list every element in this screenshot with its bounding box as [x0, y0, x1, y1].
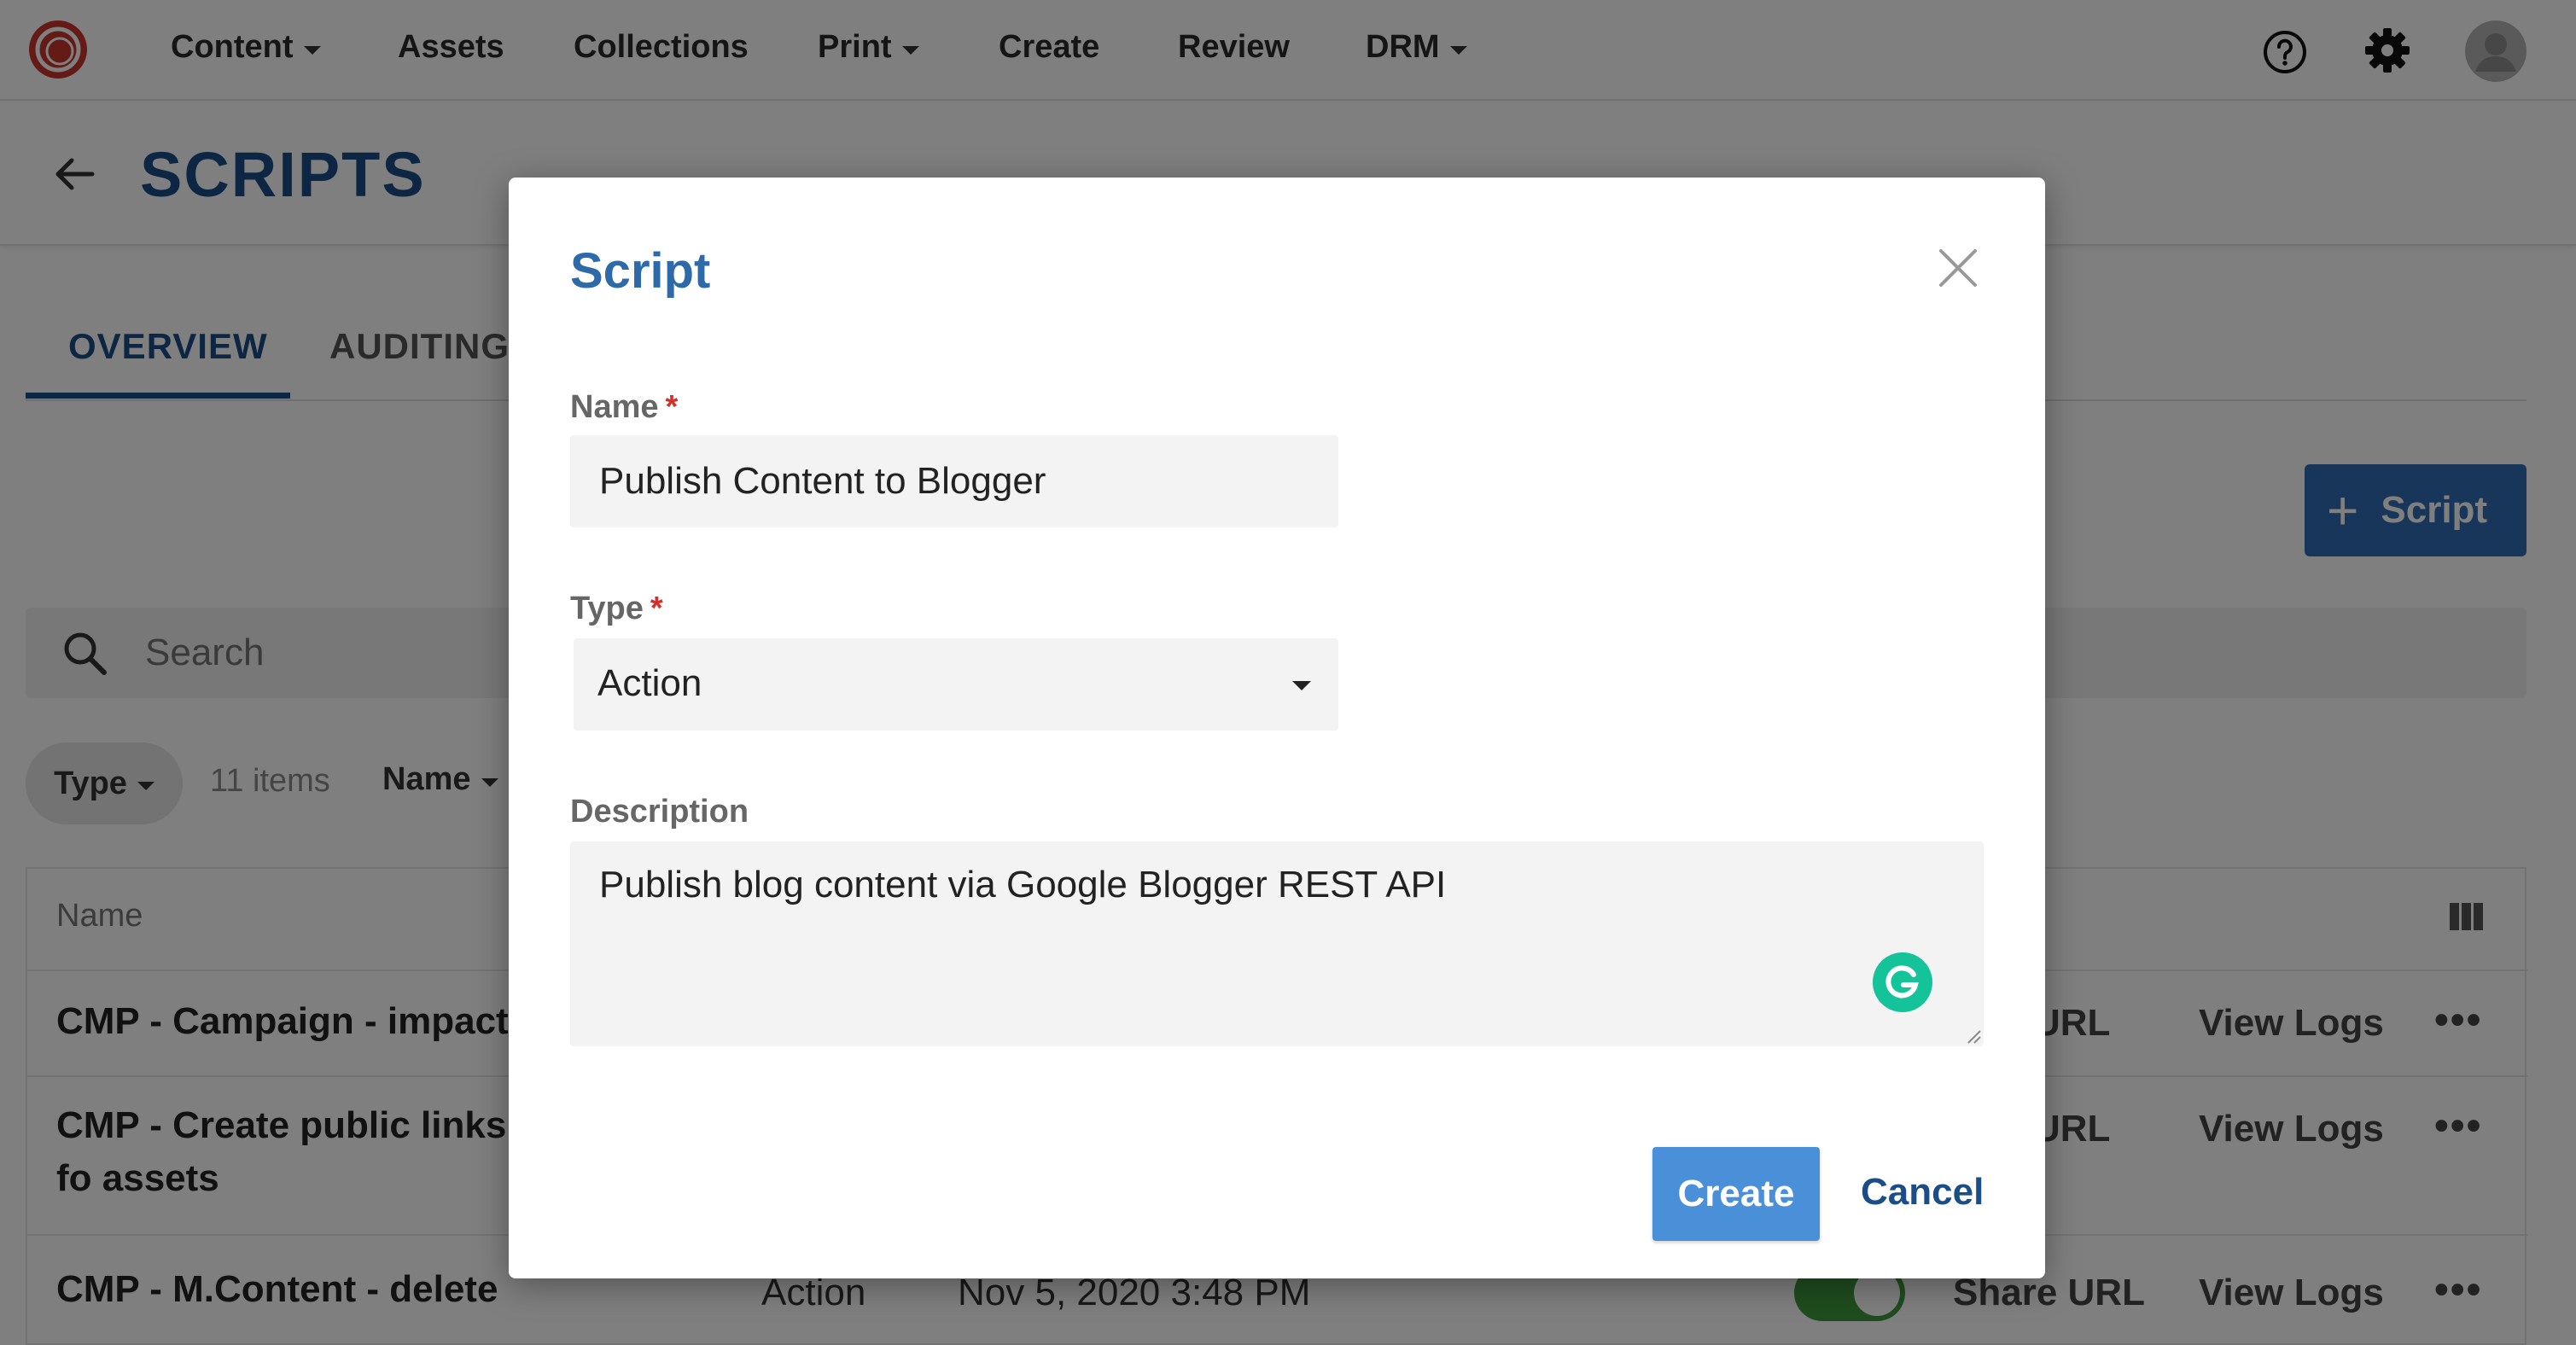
type-field-label: Type *: [570, 591, 663, 626]
required-marker: *: [650, 591, 663, 626]
description-field[interactable]: Publish blog content via Google Blogger …: [570, 841, 1984, 1046]
dialog-title: Script: [570, 243, 711, 299]
required-marker: *: [665, 389, 679, 425]
close-icon[interactable]: [1936, 246, 1980, 290]
cancel-button[interactable]: Cancel: [1861, 1171, 1984, 1214]
resize-handle-icon[interactable]: [1965, 1028, 1982, 1045]
chevron-down-icon: [1292, 681, 1311, 690]
type-selected-value: Action: [597, 662, 702, 704]
description-field-label: Description: [570, 794, 749, 830]
grammarly-icon[interactable]: [1871, 951, 1934, 1014]
script-dialog: Script Name* Type* Action Description Pu…: [509, 178, 2045, 1278]
type-select[interactable]: Action: [574, 638, 1338, 731]
create-button[interactable]: Create: [1652, 1147, 1820, 1241]
name-field-label: Name *: [570, 389, 679, 425]
name-field[interactable]: [570, 435, 1338, 527]
